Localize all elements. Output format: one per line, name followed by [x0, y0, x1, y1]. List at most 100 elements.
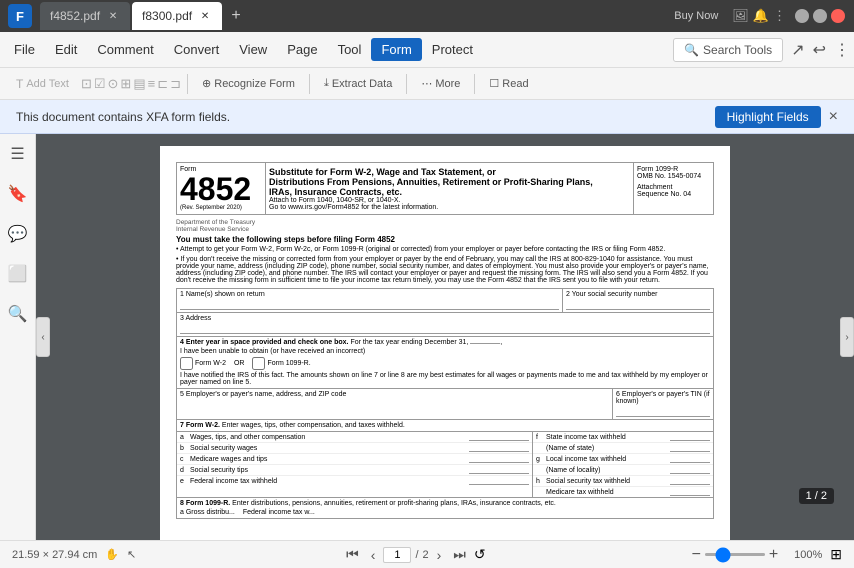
- omb: OMB No. 1545-0074: [637, 173, 710, 180]
- collapse-left-button[interactable]: ‹: [36, 317, 50, 357]
- prev-page-button[interactable]: ‹: [367, 545, 380, 565]
- toolbar-icon-1[interactable]: ⊡: [81, 76, 92, 92]
- rotate-icon[interactable]: ↺: [474, 546, 486, 563]
- field6-input[interactable]: [616, 407, 710, 417]
- field7-state-input[interactable]: [670, 444, 710, 452]
- page-number-input[interactable]: [383, 547, 411, 563]
- statusbar-left: 21.59 × 27.94 cm ✋ ↖: [12, 548, 136, 561]
- close-button[interactable]: [831, 9, 845, 23]
- search-icon: 🔍: [684, 43, 699, 57]
- menu-file[interactable]: File: [4, 38, 45, 61]
- field7c-input[interactable]: [469, 455, 529, 463]
- field4-1099r-checkbox[interactable]: [252, 357, 265, 370]
- fields-1-2: 1 Name(s) shown on return 2 Your social …: [176, 288, 714, 313]
- tab-f8300[interactable]: f8300.pdf ✕: [132, 2, 222, 30]
- field7e: e Federal income tax withheld: [177, 476, 532, 486]
- dept-label: Department of the Treasury Internal Reve…: [176, 219, 266, 233]
- field7d-letter: d: [180, 467, 190, 474]
- field7d-input[interactable]: [469, 466, 529, 474]
- back-icon[interactable]: ↩: [813, 40, 826, 60]
- collapse-right-button[interactable]: ›: [840, 317, 854, 357]
- statusbar-right: − + 100% ⊞: [692, 546, 842, 564]
- fit-page-icon[interactable]: ⊞: [830, 546, 842, 563]
- search-tools-button[interactable]: 🔍 Search Tools: [673, 38, 783, 62]
- toolbar-icon-4[interactable]: ⊞: [120, 76, 131, 92]
- menu-view[interactable]: View: [229, 38, 277, 61]
- tab-f4852[interactable]: f4852.pdf ✕: [40, 2, 130, 30]
- menu-page[interactable]: Page: [277, 38, 327, 61]
- recognize-form-button[interactable]: ⊕ Recognize Form: [194, 74, 303, 93]
- field4-1099r-label: Form 1099-R.: [267, 360, 310, 367]
- field7f-input[interactable]: [670, 433, 710, 441]
- menu-form[interactable]: Form: [371, 38, 421, 61]
- field7-locality: (Name of locality): [533, 465, 713, 476]
- field7e-input[interactable]: [469, 477, 529, 485]
- menu-protect[interactable]: Protect: [422, 38, 483, 61]
- field7-left: a Wages, tips, and other compensation b …: [177, 432, 533, 497]
- more-button[interactable]: ⋯ More: [413, 74, 468, 93]
- read-button[interactable]: ☐ Read: [481, 74, 536, 93]
- extract-icon: ⤓: [324, 77, 329, 90]
- field1-input[interactable]: [180, 300, 559, 310]
- toolbar-icon-8[interactable]: ⊐: [170, 76, 181, 92]
- buy-now-button[interactable]: Buy Now: [668, 8, 724, 24]
- maximize-button[interactable]: [813, 9, 827, 23]
- share-icon[interactable]: ↗: [791, 40, 804, 60]
- last-page-button[interactable]: ⏭: [449, 544, 470, 565]
- zoom-out-button[interactable]: −: [692, 546, 701, 564]
- field7g-input[interactable]: [670, 455, 710, 463]
- toolbar-icon-2[interactable]: ☑: [94, 76, 106, 92]
- window-controls: Buy Now 🖼 🔔 ⋮: [668, 8, 846, 24]
- field3-input[interactable]: [180, 324, 710, 334]
- field3-cell: 3 Address: [176, 313, 714, 337]
- add-text-button[interactable]: T Add Text: [8, 74, 77, 94]
- toolbar-icon-3[interactable]: ⊙: [108, 76, 119, 92]
- tab-f4852-close[interactable]: ✕: [106, 9, 120, 23]
- pdf-page: Form 4852 (Rev. September 2020) Substitu…: [160, 146, 730, 540]
- field6-label: 6 Employer's or payer's TIN (if known): [616, 391, 710, 405]
- menu-comment[interactable]: Comment: [87, 38, 163, 61]
- pdf-viewer: Form 4852 (Rev. September 2020) Substitu…: [36, 134, 854, 540]
- forward-icon[interactable]: ⋮: [834, 40, 850, 60]
- cursor-tool-icon[interactable]: ↖: [127, 548, 136, 561]
- field7h-input[interactable]: [670, 477, 710, 485]
- field7-medicare-input[interactable]: [670, 488, 710, 496]
- zoom-in-button[interactable]: +: [769, 546, 778, 564]
- extract-data-button[interactable]: ⤓ Extract Data: [316, 74, 400, 93]
- toolbar-icon-6[interactable]: ≡: [148, 76, 156, 92]
- field4-w2-checkbox[interactable]: [180, 357, 193, 370]
- tab-f8300-close[interactable]: ✕: [198, 9, 212, 23]
- field7h-desc: Social security tax withheld: [546, 478, 670, 485]
- next-page-button[interactable]: ›: [433, 545, 446, 565]
- sidebar-search-icon[interactable]: 🔍: [6, 302, 30, 326]
- sidebar-pages-icon[interactable]: ⬜: [6, 262, 30, 286]
- form-attach: Attach to Form 1040, 1040-SR, or 1040-X.: [269, 197, 630, 204]
- field7-locality-desc: (Name of locality): [546, 467, 670, 474]
- highlight-fields-button[interactable]: Highlight Fields: [715, 106, 821, 128]
- toolbar-icon-7[interactable]: ⊏: [157, 76, 168, 92]
- minimize-button[interactable]: [795, 9, 809, 23]
- field5-label: 5 Employer's or payer's name, address, a…: [180, 391, 346, 398]
- field7b-input[interactable]: [469, 444, 529, 452]
- tab-f8300-label: f8300.pdf: [142, 9, 192, 23]
- sidebar-bookmark-icon[interactable]: 🔖: [6, 182, 30, 206]
- field7-state: (Name of state): [533, 443, 713, 454]
- hand-tool-icon[interactable]: ✋: [105, 548, 119, 561]
- menu-convert[interactable]: Convert: [164, 38, 230, 61]
- zoom-slider[interactable]: [705, 553, 765, 556]
- menu-edit[interactable]: Edit: [45, 38, 87, 61]
- field2-label: 2 Your social security number: [566, 291, 657, 298]
- toolbar-icon-5[interactable]: ▤: [133, 76, 145, 92]
- field2-input[interactable]: [566, 300, 710, 310]
- instruction1: • Attempt to get your Form W-2, Form W-2…: [176, 246, 714, 253]
- new-tab-button[interactable]: +: [224, 4, 248, 28]
- xfa-close-button[interactable]: ×: [829, 108, 838, 126]
- more-label: More: [435, 78, 460, 90]
- first-page-button[interactable]: ⏮: [342, 544, 363, 565]
- attachment: Attachment: [637, 184, 710, 191]
- sidebar-layers-icon[interactable]: ☰: [6, 142, 30, 166]
- menu-tool[interactable]: Tool: [328, 38, 372, 61]
- field7-locality-input[interactable]: [670, 466, 710, 474]
- sidebar-comment-icon[interactable]: 💬: [6, 222, 30, 246]
- field7a-input[interactable]: [469, 433, 529, 441]
